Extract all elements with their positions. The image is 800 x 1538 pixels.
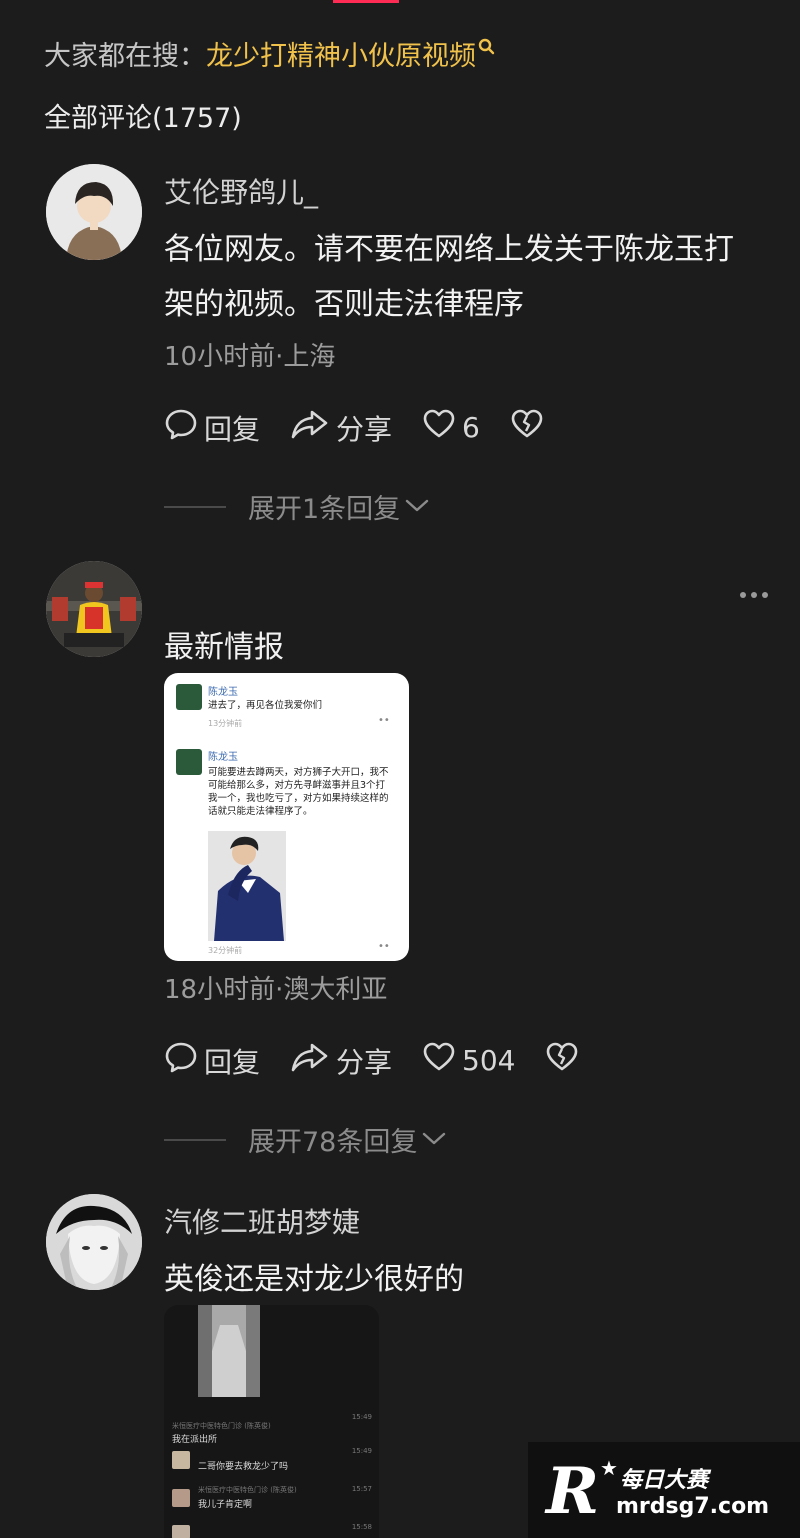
share-label: 分享 xyxy=(336,412,393,446)
comment-text: 英俊还是对龙少很好的 xyxy=(164,1262,464,1297)
chat-time: 15:49 xyxy=(351,1447,372,1455)
reply-button[interactable]: 回复 xyxy=(164,1040,260,1081)
search-icon[interactable] xyxy=(478,34,496,65)
reply-icon xyxy=(164,1040,204,1081)
dislike-button[interactable] xyxy=(545,1040,585,1081)
chat-text: 我儿子肯定啊 xyxy=(198,1500,253,1510)
divider-line xyxy=(164,505,226,508)
more-icon: •• xyxy=(378,941,390,952)
comment-image[interactable]: 陈龙玉 进去了，再见各位我爱你们 13分钟前 •• 陈龙玉 可能要进去蹲两天，对… xyxy=(164,673,409,961)
post-avatar xyxy=(176,684,202,710)
share-icon xyxy=(290,407,336,448)
chat-avatar xyxy=(172,1525,190,1538)
chat-message: 15:58 xyxy=(172,1523,372,1538)
heart-icon xyxy=(422,1040,462,1081)
dot-icon xyxy=(740,592,746,598)
post-avatar xyxy=(176,749,202,775)
divider-line xyxy=(164,1138,226,1141)
post-author: 陈龙玉 xyxy=(208,752,238,763)
watermark-brand: 每日大赛 xyxy=(620,1468,709,1493)
broken-heart-icon xyxy=(510,407,550,448)
expand-replies[interactable]: 展开1条回复 xyxy=(164,487,430,526)
comment-text: 各位网友。请不要在网络上发关于陈龙玉打 架的视频。否则走法律程序 xyxy=(164,222,774,332)
avatar[interactable] xyxy=(46,1194,142,1290)
comment-text-line: 各位网友。请不要在网络上发关于陈龙玉打 xyxy=(164,232,734,267)
chat-sender: 米恒医疗中医特色门诊 (陈英俊) xyxy=(198,1486,297,1494)
more-icon: •• xyxy=(378,715,390,726)
comment-image[interactable]: 米恒医疗中医特色门诊 (陈英俊) 15:49 我在派出所 15:49 二哥你要去… xyxy=(164,1305,379,1538)
reply-label: 回复 xyxy=(204,412,261,446)
top-accent-bar xyxy=(333,0,399,3)
dot-icon xyxy=(762,592,768,598)
comment-actions: 回复 分享 504 xyxy=(164,1040,615,1081)
share-icon xyxy=(290,1040,336,1081)
watermark-logo: R ★ 每日大赛 mrdsg7.com xyxy=(528,1442,800,1538)
star-icon: ★ xyxy=(600,1456,618,1480)
comment-meta: 18小时前·澳大利亚 xyxy=(164,975,388,1005)
comment-actions: 回复 分享 6 xyxy=(164,407,580,448)
expand-replies[interactable]: 展开78条回复 xyxy=(164,1120,447,1159)
share-button[interactable]: 分享 xyxy=(290,1040,392,1081)
chat-time: 15:57 xyxy=(351,1485,372,1493)
broken-heart-icon xyxy=(545,1040,585,1081)
post-time: 13分钟前 xyxy=(208,719,243,728)
heart-icon xyxy=(422,407,462,448)
share-button[interactable]: 分享 xyxy=(290,407,392,448)
expand-replies-label: 展开1条回复 xyxy=(248,494,401,525)
chat-text: 我在派出所 xyxy=(172,1435,218,1445)
post-time: 32分钟前 xyxy=(208,946,243,955)
chevron-down-icon xyxy=(417,1124,447,1155)
post-photo xyxy=(208,831,286,941)
chat-message: 15:49 二哥你要去救龙少了吗 xyxy=(172,1447,372,1475)
comments-count-header: 全部评论(1757) xyxy=(44,103,242,134)
reply-label: 回复 xyxy=(204,1045,261,1079)
comment-username[interactable]: 艾伦野鸽儿_ xyxy=(164,171,318,211)
comment-username[interactable]: 汽修二班胡梦婕 xyxy=(164,1201,360,1241)
post-author: 陈龙玉 xyxy=(208,687,238,698)
dot-icon xyxy=(751,592,757,598)
chat-time: 15:58 xyxy=(351,1523,372,1531)
chat-sender: 米恒医疗中医特色门诊 (陈英俊) xyxy=(172,1422,271,1430)
hot-search-keyword[interactable]: 龙少打精神小伙原视频 xyxy=(206,41,476,72)
comment-text: 最新情报 xyxy=(164,630,284,665)
chat-avatar xyxy=(172,1451,190,1469)
like-count: 504 xyxy=(462,1044,516,1077)
expand-replies-label: 展开78条回复 xyxy=(248,1127,418,1158)
chat-avatar xyxy=(172,1489,190,1507)
chat-message: 米恒医疗中医特色门诊 (陈英俊) 15:49 我在派出所 xyxy=(172,1413,372,1445)
hot-search-prefix: 大家都在搜： xyxy=(44,41,206,72)
reply-button[interactable]: 回复 xyxy=(164,407,260,448)
post-text: 进去了，再见各位我爱你们 xyxy=(208,700,323,711)
comment-meta: 10小时前·上海 xyxy=(164,342,336,372)
chat-text: 二哥你要去救龙少了吗 xyxy=(198,1462,289,1472)
comment-text-line: 架的视频。否则走法律程序 xyxy=(164,287,524,322)
chat-message: 米恒医疗中医特色门诊 (陈英俊) 15:57 我儿子肯定啊 xyxy=(172,1485,372,1513)
watermark-url: mrdsg7.com xyxy=(616,1494,770,1519)
like-button[interactable]: 6 xyxy=(422,407,480,448)
more-options-button[interactable] xyxy=(740,592,768,598)
reply-icon xyxy=(164,407,204,448)
dislike-button[interactable] xyxy=(510,407,550,448)
avatar[interactable] xyxy=(46,164,142,260)
chat-photo xyxy=(198,1305,260,1397)
like-button[interactable]: 504 xyxy=(422,1040,515,1081)
chat-time: 15:49 xyxy=(351,1413,372,1421)
chevron-down-icon xyxy=(400,491,430,522)
like-count: 6 xyxy=(462,411,480,444)
share-label: 分享 xyxy=(336,1045,393,1079)
avatar[interactable] xyxy=(46,561,142,657)
hot-search-bar[interactable]: 大家都在搜：龙少打精神小伙原视频 xyxy=(44,34,496,73)
watermark-logo-letter: R xyxy=(546,1454,600,1529)
post-text: 可能要进去蹲两天，对方狮子大开口，我不可能给那么多，对方先寻衅滋事并且3个打我一… xyxy=(208,767,389,817)
